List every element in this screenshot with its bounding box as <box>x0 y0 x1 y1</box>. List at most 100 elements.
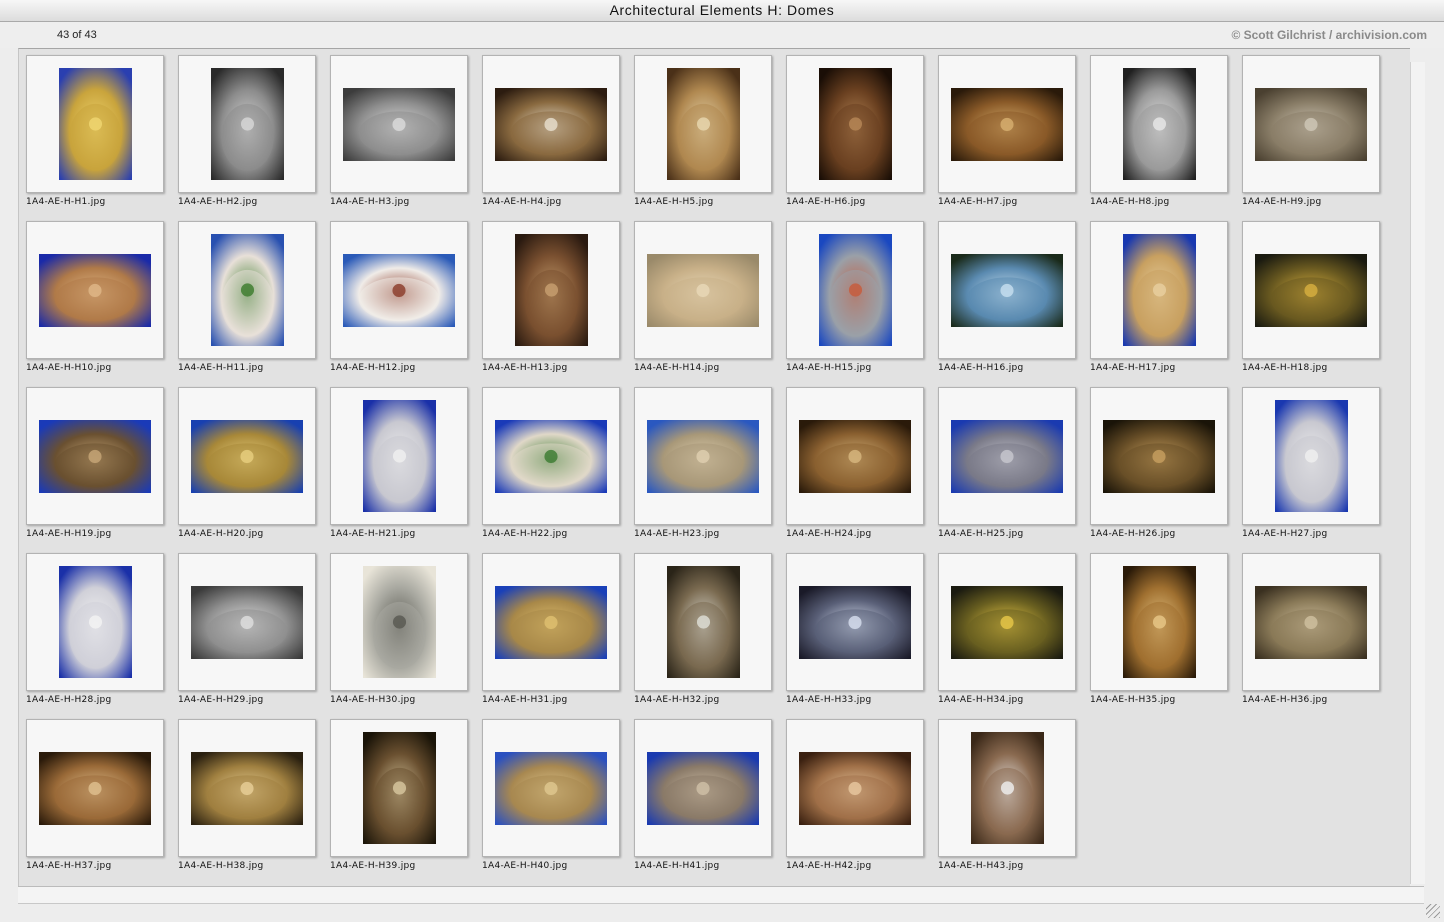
dome-photo-thumbnail <box>818 68 892 180</box>
thumbnail-item[interactable]: 1A4-AE-H-H16.jpg <box>931 215 1083 381</box>
slide-mount[interactable] <box>330 221 468 359</box>
thumbnail-filename: 1A4-AE-H-H11.jpg <box>178 363 264 373</box>
slide-mount[interactable] <box>634 553 772 691</box>
thumbnail-item[interactable]: 1A4-AE-H-H18.jpg <box>1235 215 1387 381</box>
thumbnail-item[interactable]: 1A4-AE-H-H41.jpg <box>627 713 779 879</box>
horizontal-scrollbar[interactable] <box>18 886 1424 904</box>
slide-mount[interactable] <box>786 719 924 857</box>
slide-mount[interactable] <box>26 55 164 193</box>
thumbnail-item[interactable]: 1A4-AE-H-H28.jpg <box>19 547 171 713</box>
thumbnail-item[interactable]: 1A4-AE-H-H38.jpg <box>171 713 323 879</box>
slide-mount[interactable] <box>482 719 620 857</box>
thumbnail-item[interactable]: 1A4-AE-H-H34.jpg <box>931 547 1083 713</box>
thumbnail-item[interactable]: 1A4-AE-H-H3.jpg <box>323 49 475 215</box>
vertical-scrollbar[interactable] <box>1410 62 1425 884</box>
slide-mount[interactable] <box>1242 553 1380 691</box>
thumbnail-item[interactable]: 1A4-AE-H-H7.jpg <box>931 49 1083 215</box>
dome-photo-thumbnail <box>1255 253 1367 327</box>
slide-mount[interactable] <box>178 553 316 691</box>
slide-mount[interactable] <box>26 719 164 857</box>
slide-mount[interactable] <box>786 55 924 193</box>
thumbnail-item[interactable]: 1A4-AE-H-H23.jpg <box>627 381 779 547</box>
thumbnail-item[interactable]: 1A4-AE-H-H30.jpg <box>323 547 475 713</box>
thumbnail-filename: 1A4-AE-H-H40.jpg <box>482 861 568 871</box>
slide-mount[interactable] <box>178 387 316 525</box>
thumbnail-item[interactable]: 1A4-AE-H-H8.jpg <box>1083 49 1235 215</box>
slide-mount[interactable] <box>178 221 316 359</box>
thumbnail-filename: 1A4-AE-H-H29.jpg <box>178 695 264 705</box>
slide-mount[interactable] <box>938 719 1076 857</box>
thumbnail-item[interactable]: 1A4-AE-H-H43.jpg <box>931 713 1083 879</box>
thumbnail-item[interactable]: 1A4-AE-H-H11.jpg <box>171 215 323 381</box>
thumbnail-item[interactable]: 1A4-AE-H-H36.jpg <box>1235 547 1387 713</box>
slide-mount[interactable] <box>1242 55 1380 193</box>
slide-mount[interactable] <box>178 55 316 193</box>
slide-mount[interactable] <box>1242 387 1380 525</box>
slide-mount[interactable] <box>1090 221 1228 359</box>
thumbnail-item[interactable]: 1A4-AE-H-H20.jpg <box>171 381 323 547</box>
slide-mount[interactable] <box>938 55 1076 193</box>
slide-mount[interactable] <box>1090 553 1228 691</box>
slide-mount[interactable] <box>634 387 772 525</box>
slide-mount[interactable] <box>178 719 316 857</box>
slide-mount[interactable] <box>938 387 1076 525</box>
slide-mount[interactable] <box>26 221 164 359</box>
thumbnail-item[interactable]: 1A4-AE-H-H12.jpg <box>323 215 475 381</box>
thumbnail-item[interactable]: 1A4-AE-H-H13.jpg <box>475 215 627 381</box>
slide-mount[interactable] <box>938 221 1076 359</box>
thumbnail-item[interactable]: 1A4-AE-H-H32.jpg <box>627 547 779 713</box>
dome-photo-thumbnail <box>951 419 1063 493</box>
thumbnail-item[interactable]: 1A4-AE-H-H37.jpg <box>19 713 171 879</box>
slide-mount[interactable] <box>634 55 772 193</box>
dome-photo-thumbnail <box>362 400 436 512</box>
resize-grip-icon[interactable] <box>1426 904 1440 918</box>
slide-mount[interactable] <box>482 387 620 525</box>
thumbnail-item[interactable]: 1A4-AE-H-H24.jpg <box>779 381 931 547</box>
slide-mount[interactable] <box>938 553 1076 691</box>
slide-mount[interactable] <box>330 553 468 691</box>
thumbnail-item[interactable]: 1A4-AE-H-H10.jpg <box>19 215 171 381</box>
thumbnail-item[interactable]: 1A4-AE-H-H15.jpg <box>779 215 931 381</box>
thumbnail-item[interactable]: 1A4-AE-H-H14.jpg <box>627 215 779 381</box>
thumbnail-item[interactable]: 1A4-AE-H-H42.jpg <box>779 713 931 879</box>
thumbnail-item[interactable]: 1A4-AE-H-H25.jpg <box>931 381 1083 547</box>
thumbnail-item[interactable]: 1A4-AE-H-H5.jpg <box>627 49 779 215</box>
slide-mount[interactable] <box>1090 387 1228 525</box>
slide-mount[interactable] <box>482 553 620 691</box>
thumbnail-item[interactable]: 1A4-AE-H-H35.jpg <box>1083 547 1235 713</box>
thumbnail-item[interactable]: 1A4-AE-H-H9.jpg <box>1235 49 1387 215</box>
slide-mount[interactable] <box>330 387 468 525</box>
thumbnail-item[interactable]: 1A4-AE-H-H19.jpg <box>19 381 171 547</box>
slide-mount[interactable] <box>634 719 772 857</box>
thumbnail-item[interactable]: 1A4-AE-H-H6.jpg <box>779 49 931 215</box>
thumbnail-item[interactable]: 1A4-AE-H-H4.jpg <box>475 49 627 215</box>
dome-photo-thumbnail <box>343 253 455 327</box>
thumbnail-item[interactable]: 1A4-AE-H-H29.jpg <box>171 547 323 713</box>
thumbnail-filename: 1A4-AE-H-H7.jpg <box>938 197 1018 207</box>
thumbnail-item[interactable]: 1A4-AE-H-H27.jpg <box>1235 381 1387 547</box>
thumbnail-item[interactable]: 1A4-AE-H-H33.jpg <box>779 547 931 713</box>
thumbnail-item[interactable]: 1A4-AE-H-H1.jpg <box>19 49 171 215</box>
dome-photo-thumbnail <box>951 87 1063 161</box>
slide-mount[interactable] <box>26 553 164 691</box>
slide-mount[interactable] <box>330 55 468 193</box>
slide-mount[interactable] <box>482 221 620 359</box>
slide-mount[interactable] <box>634 221 772 359</box>
thumbnail-item[interactable]: 1A4-AE-H-H17.jpg <box>1083 215 1235 381</box>
thumbnail-filename: 1A4-AE-H-H43.jpg <box>938 861 1024 871</box>
thumbnail-item[interactable]: 1A4-AE-H-H22.jpg <box>475 381 627 547</box>
slide-mount[interactable] <box>786 387 924 525</box>
thumbnail-item[interactable]: 1A4-AE-H-H31.jpg <box>475 547 627 713</box>
thumbnail-item[interactable]: 1A4-AE-H-H40.jpg <box>475 713 627 879</box>
slide-mount[interactable] <box>330 719 468 857</box>
slide-mount[interactable] <box>786 221 924 359</box>
thumbnail-item[interactable]: 1A4-AE-H-H39.jpg <box>323 713 475 879</box>
thumbnail-item[interactable]: 1A4-AE-H-H26.jpg <box>1083 381 1235 547</box>
thumbnail-item[interactable]: 1A4-AE-H-H21.jpg <box>323 381 475 547</box>
slide-mount[interactable] <box>482 55 620 193</box>
slide-mount[interactable] <box>1090 55 1228 193</box>
slide-mount[interactable] <box>26 387 164 525</box>
thumbnail-item[interactable]: 1A4-AE-H-H2.jpg <box>171 49 323 215</box>
slide-mount[interactable] <box>1242 221 1380 359</box>
slide-mount[interactable] <box>786 553 924 691</box>
